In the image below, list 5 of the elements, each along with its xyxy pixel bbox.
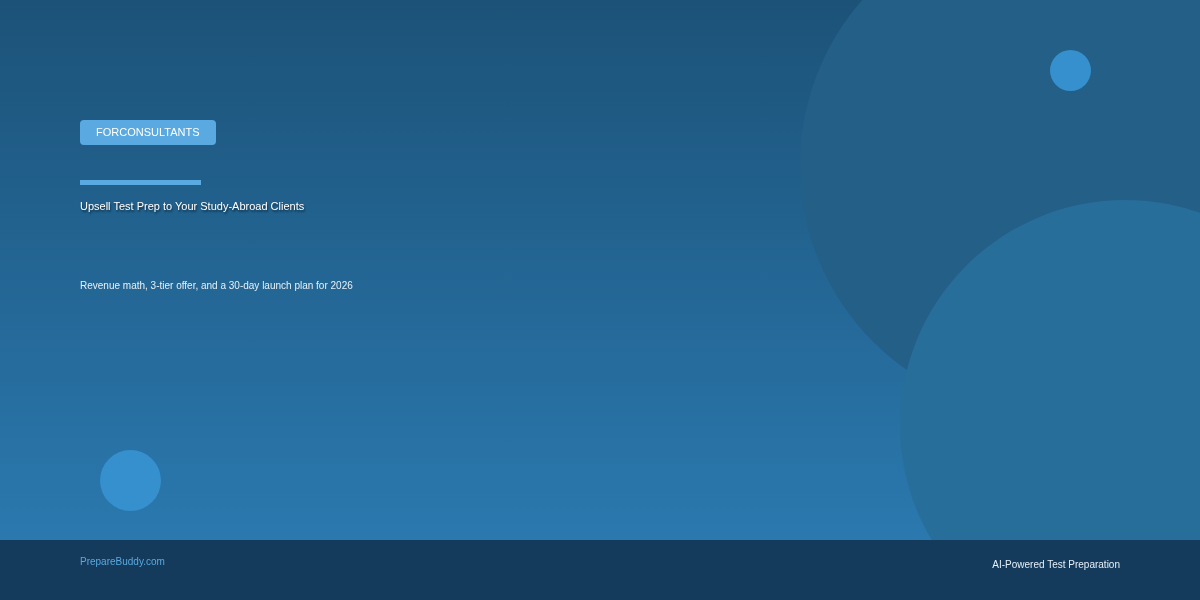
- category-badge: FORCONSULTANTS: [80, 120, 216, 145]
- site-link[interactable]: PrepareBuddy.com: [80, 555, 165, 569]
- tagline: AI-Powered Test Preparation: [992, 558, 1120, 572]
- subtitle: Revenue math, 3-tier offer, and a 30-day launch plan for 2026: [80, 279, 353, 293]
- headline: Upsell Test Prep to Your Study-Abroad Clients: [80, 199, 305, 213]
